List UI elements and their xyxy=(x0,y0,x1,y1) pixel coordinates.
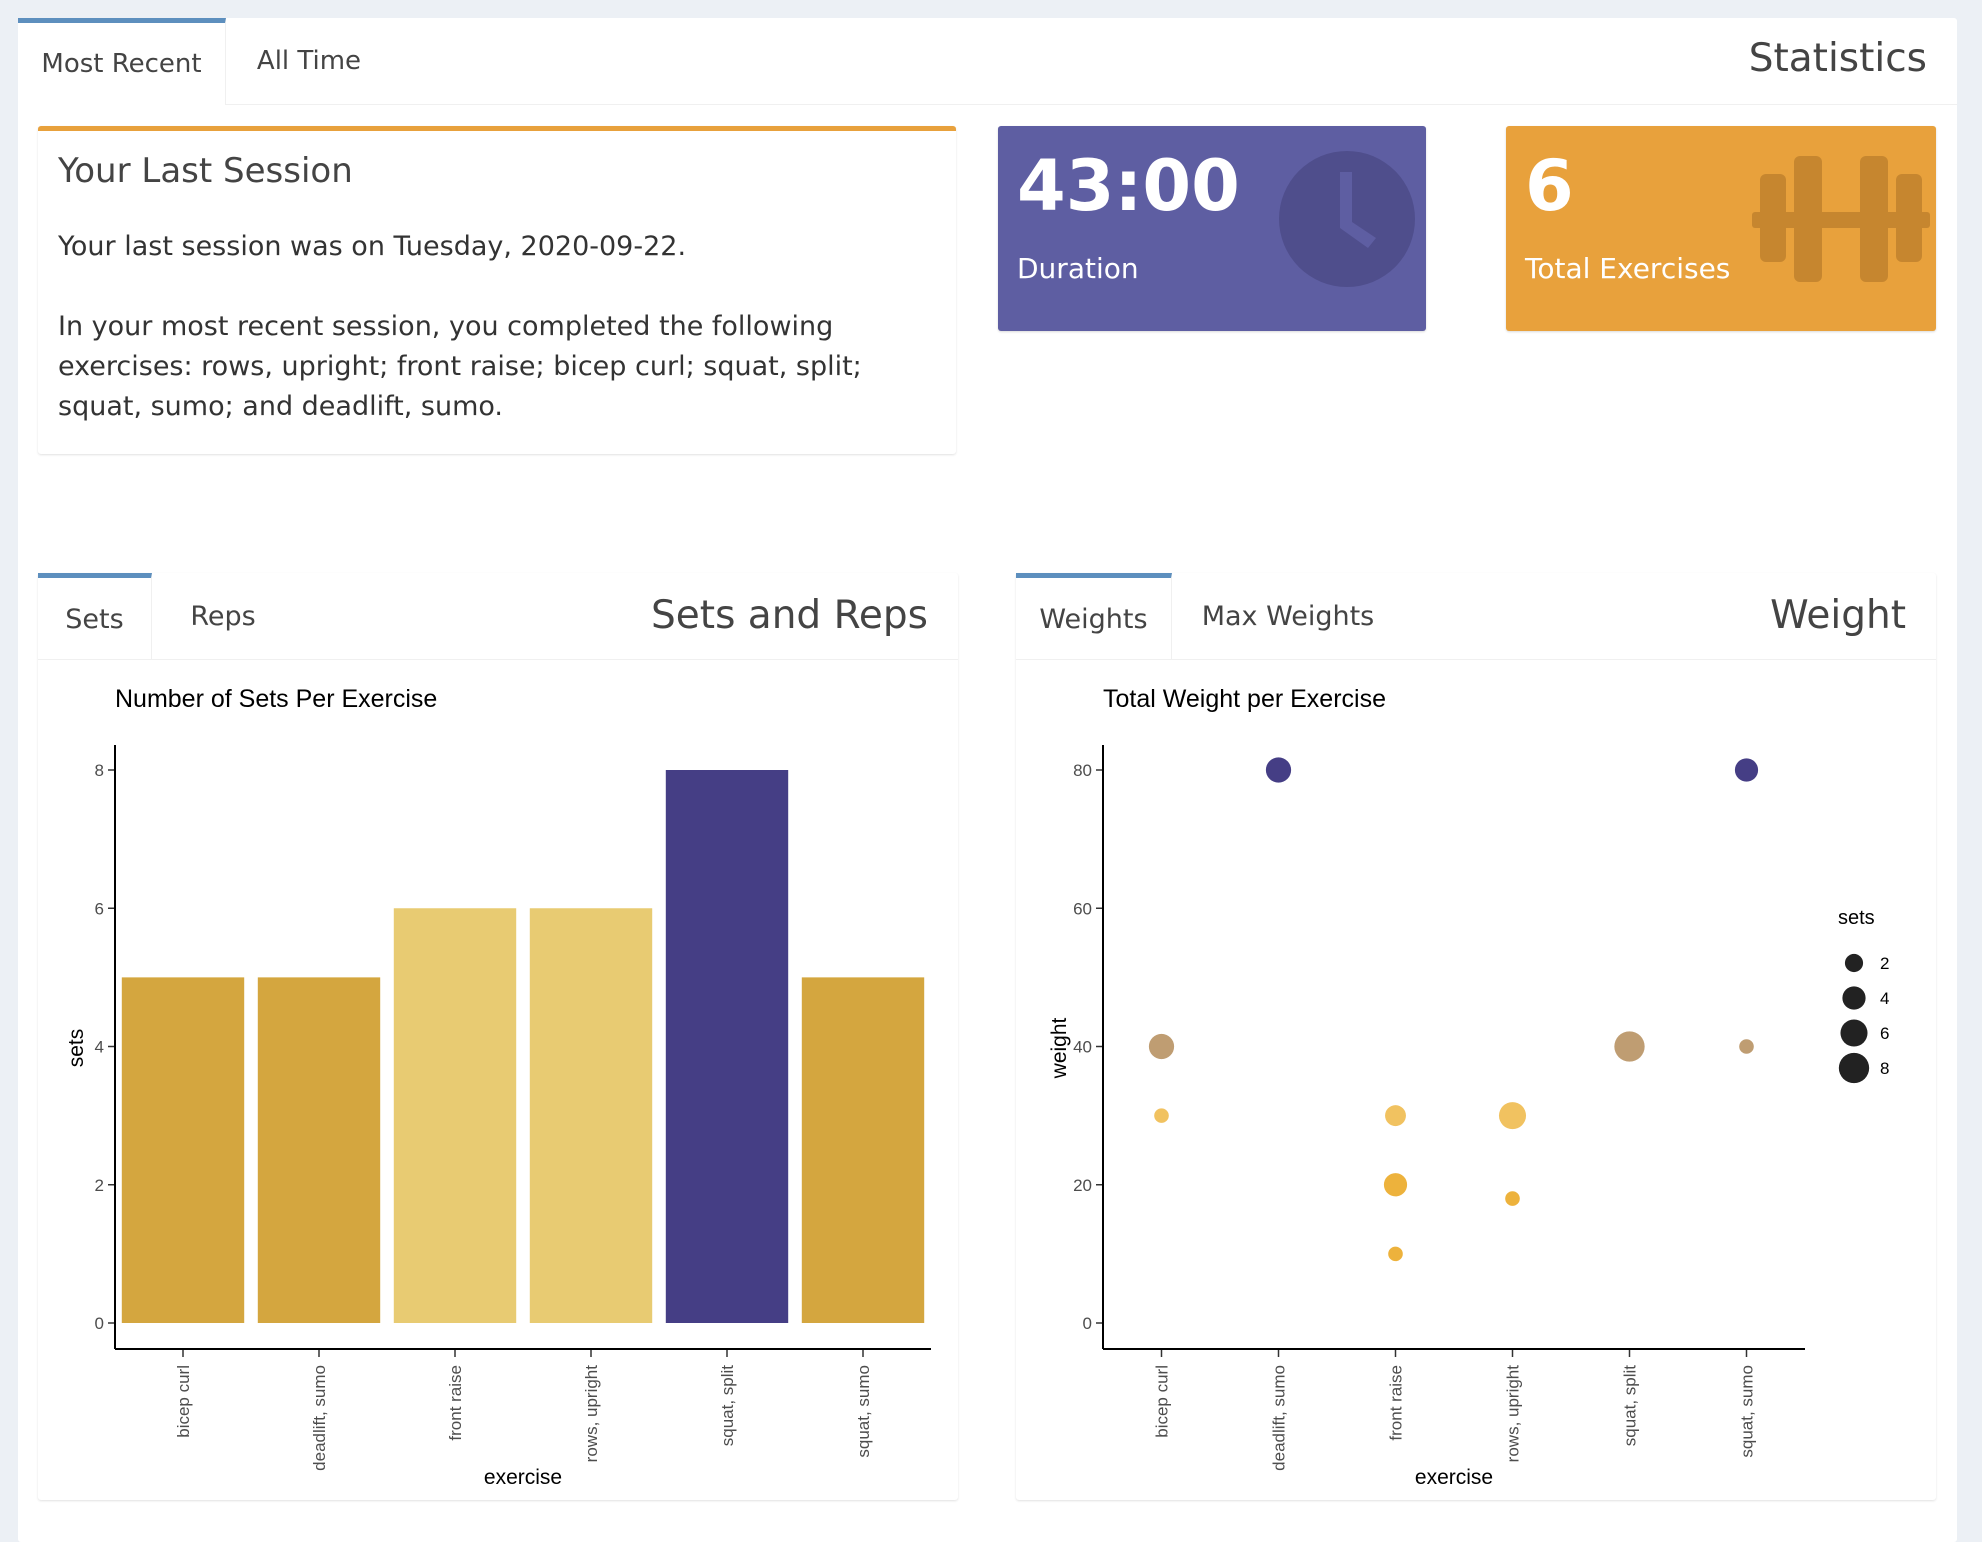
dumbbell-icon xyxy=(1752,156,1930,282)
clock-icon xyxy=(1279,151,1415,287)
exercises-label: Total Exercises xyxy=(1525,252,1731,285)
scatter-point xyxy=(1385,1105,1406,1127)
legend-label: 8 xyxy=(1880,1059,1889,1078)
bar-chart-title: Number of Sets Per Exercise xyxy=(115,685,437,713)
bar-y-tick-label: 4 xyxy=(95,1038,104,1057)
last-session-box: Your Last Session Your last session was … xyxy=(38,126,956,454)
last-session-date-text: Your last session was on Tuesday, 2020-0… xyxy=(58,231,687,262)
bar-y-tick-label: 2 xyxy=(95,1176,104,1195)
bar-deadlift-sumo xyxy=(257,977,381,1323)
scatter-y-tick-label: 80 xyxy=(1073,761,1092,780)
bar-x-tick-label: bicep curl xyxy=(174,1365,193,1438)
bar-squat-sumo xyxy=(801,977,925,1323)
legend-key xyxy=(1844,953,1864,973)
outer-tab-bar: Most Recent All Time Statistics xyxy=(18,18,1957,105)
legend-key xyxy=(1840,1019,1868,1047)
tab-sets[interactable]: Sets xyxy=(38,573,152,660)
weight-scatter-chart: Total Weight per Exercise bicep curl dead… xyxy=(1048,685,1889,1489)
scatter-x-tick-label: bicep curl xyxy=(1153,1365,1172,1438)
scatter-point xyxy=(1265,757,1292,783)
scatter-x-tick-label: squat, sumo xyxy=(1738,1365,1757,1458)
duration-label: Duration xyxy=(1017,252,1139,285)
scatter-point xyxy=(1498,1102,1527,1130)
bar-x-tick-label: rows, upright xyxy=(582,1365,601,1463)
scatter-point xyxy=(1148,1033,1175,1060)
scatter-point xyxy=(1734,758,1759,782)
scatter-x-tick-label: squat, split xyxy=(1621,1365,1640,1447)
scatter-point xyxy=(1505,1191,1520,1206)
scatter-point xyxy=(1614,1031,1645,1062)
bar-rows-upright xyxy=(529,908,653,1323)
legend-title: sets xyxy=(1838,907,1875,929)
scatter-point xyxy=(1383,1173,1408,1197)
bar-x-tick-label: squat, split xyxy=(718,1365,737,1447)
exercises-value: 6 xyxy=(1525,145,1574,227)
scatter-y-tick-label: 0 xyxy=(1083,1314,1092,1333)
scatter-y-tick-label: 20 xyxy=(1073,1176,1092,1195)
bar-squat-split xyxy=(665,770,789,1323)
last-session-body: Your last session was on Tuesday, 2020-0… xyxy=(58,227,926,467)
scatter-point xyxy=(1739,1039,1754,1054)
scatter-point xyxy=(1154,1108,1169,1123)
bar-front-raise xyxy=(393,908,517,1323)
legend-label: 6 xyxy=(1880,1024,1889,1043)
scatter-y-label: weight xyxy=(1048,1017,1071,1079)
bar-x-tick-label: deadlift, sumo xyxy=(310,1365,329,1471)
last-session-title: Your Last Session xyxy=(58,151,353,191)
legend-label: 4 xyxy=(1880,989,1889,1008)
bar-y-tick-label: 0 xyxy=(95,1314,104,1333)
sets-reps-tab-bar: Sets Reps Sets and Reps xyxy=(38,573,958,660)
weight-title: Weight xyxy=(1770,593,1906,638)
tab-reps[interactable]: Reps xyxy=(152,573,294,659)
legend-key xyxy=(1838,1052,1870,1084)
legend-label: 2 xyxy=(1880,954,1889,973)
duration-value-box: 43:00 Duration xyxy=(998,126,1426,331)
statistics-title: Statistics xyxy=(1748,36,1927,81)
last-session-exercises-text: In your most recent session, you complet… xyxy=(58,311,862,422)
sets-reps-title: Sets and Reps xyxy=(651,593,928,638)
weight-tab-bar: Weights Max Weights Weight xyxy=(1016,573,1936,660)
exercises-value-box: 6 Total Exercises xyxy=(1506,126,1936,331)
scatter-chart-title: Total Weight per Exercise xyxy=(1103,685,1386,713)
tab-all-time[interactable]: All Time xyxy=(226,18,392,104)
tab-weights[interactable]: Weights xyxy=(1016,573,1172,660)
scatter-x-label: exercise xyxy=(1415,1466,1493,1489)
bar-y-tick-label: 6 xyxy=(95,899,104,918)
tab-most-recent[interactable]: Most Recent xyxy=(18,18,226,105)
bar-y-label: sets xyxy=(65,1029,88,1068)
scatter-y-tick-label: 40 xyxy=(1073,1038,1092,1057)
scatter-x-tick-label: rows, upright xyxy=(1504,1365,1523,1463)
bar-x-tick-label: squat, sumo xyxy=(854,1365,873,1458)
scatter-y-tick-label: 60 xyxy=(1073,899,1092,918)
bar-x-label: exercise xyxy=(484,1466,562,1489)
bar-bicep-curl xyxy=(121,977,245,1323)
scatter-x-tick-label: deadlift, sumo xyxy=(1270,1365,1289,1471)
sets-reps-panel: Sets Reps Sets and Reps Number of Sets P… xyxy=(38,573,958,1500)
bar-x-tick-label: front raise xyxy=(446,1365,465,1441)
scatter-point xyxy=(1388,1246,1403,1262)
sets-bar-chart: Number of Sets Per Exercise bicep curl de… xyxy=(65,685,931,1489)
scatter-x-tick-label: front raise xyxy=(1387,1365,1406,1441)
tab-max-weights[interactable]: Max Weights xyxy=(1172,573,1404,659)
statistics-tabbox: Most Recent All Time Statistics Your Las… xyxy=(18,18,1957,1542)
duration-value: 43:00 xyxy=(1017,145,1240,227)
bar-y-tick-label: 8 xyxy=(95,761,104,780)
weight-panel: Weights Max Weights Weight Total Weight … xyxy=(1016,573,1936,1500)
legend-key xyxy=(1842,986,1866,1010)
